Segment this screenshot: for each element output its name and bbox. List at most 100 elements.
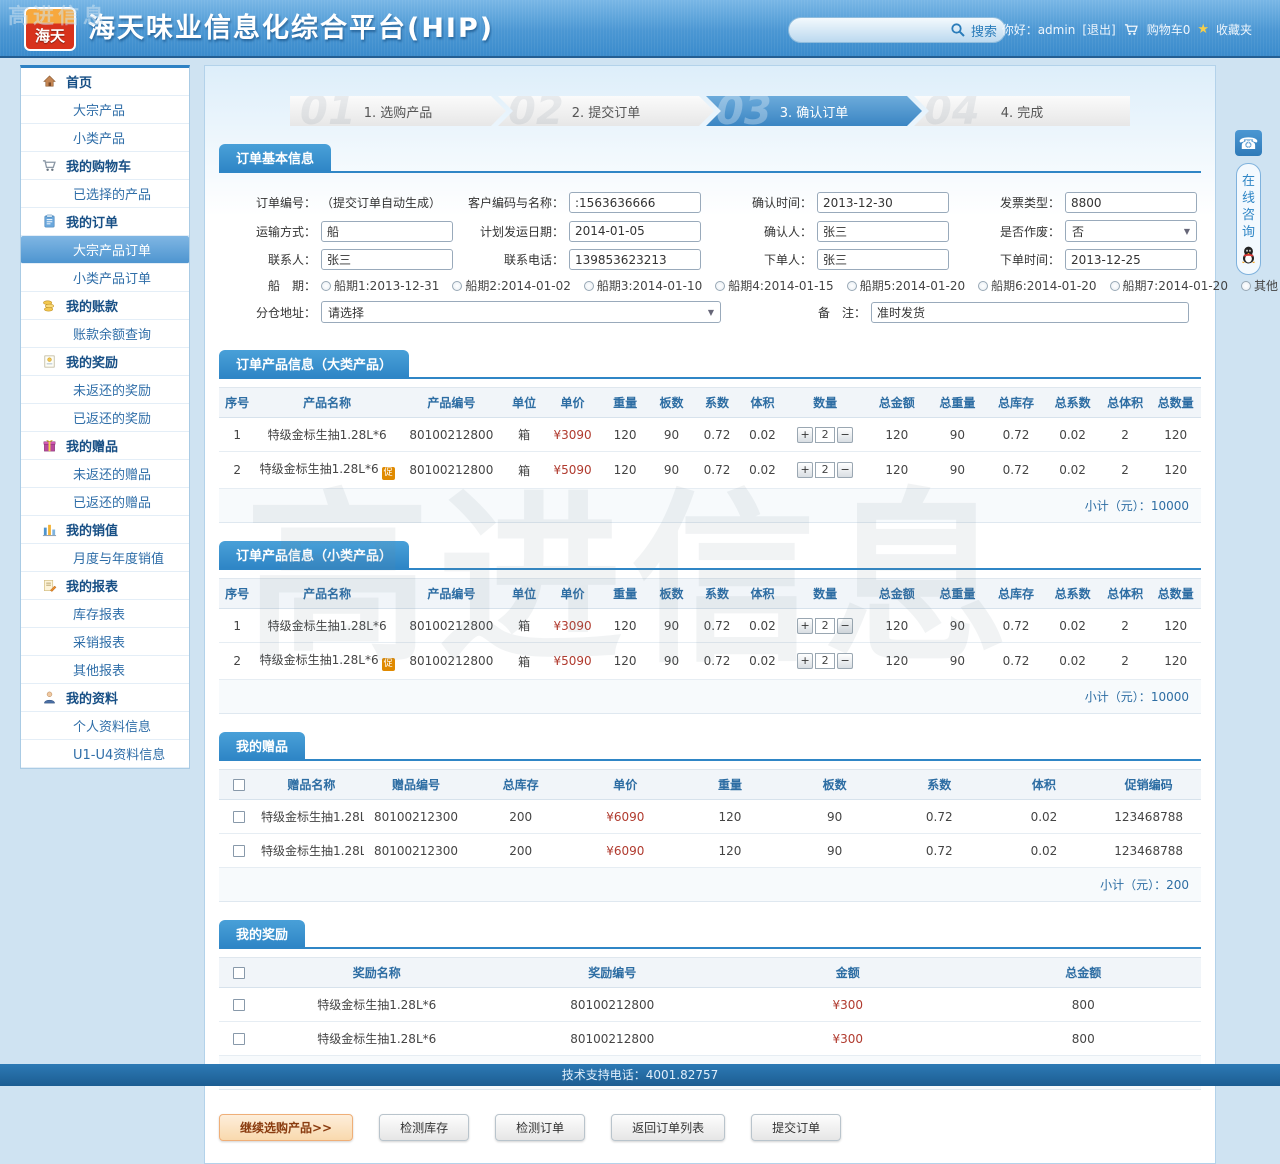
back-to-order-list-button[interactable]: 返回订单列表 bbox=[611, 1114, 725, 1141]
sidebar-item-purchase-sales-report[interactable]: 采销报表 bbox=[21, 628, 189, 656]
cell-product-name: 特级金标生抽1.28L*6 bbox=[255, 418, 398, 452]
search-icon[interactable] bbox=[950, 22, 966, 38]
sidebar-item-selected-products[interactable]: 已选择的产品 bbox=[21, 180, 189, 208]
sidebar-item-bulk-product-orders[interactable]: 大宗产品订单 bbox=[21, 236, 189, 264]
cell-pallets: 90 bbox=[782, 834, 887, 868]
bar-chart-icon bbox=[41, 521, 58, 538]
sidebar-item-my-reports[interactable]: 我的报表 bbox=[21, 572, 189, 600]
sidebar-item-unreturned-rewards[interactable]: 未返还的奖励 bbox=[21, 376, 189, 404]
quantity-value[interactable]: 2 bbox=[815, 462, 835, 478]
search-bar: 搜索 bbox=[788, 17, 1006, 43]
confirmer-field[interactable] bbox=[817, 221, 949, 242]
qty-increase-button[interactable]: + bbox=[797, 462, 813, 478]
sidebar-item-stock-report[interactable]: 库存报表 bbox=[21, 600, 189, 628]
ship-date-radio-2[interactable]: 船期2:2014-01-02 bbox=[452, 277, 570, 294]
cell-total-weight: 90 bbox=[928, 418, 987, 452]
ship-date-radio-6[interactable]: 船期6:2014-01-20 bbox=[978, 277, 1096, 294]
select-all-checkbox[interactable] bbox=[233, 967, 245, 979]
sidebar-item-returned-rewards[interactable]: 已返还的奖励 bbox=[21, 404, 189, 432]
ship-date-radio-7[interactable]: 船期7:2014-01-20 bbox=[1110, 277, 1228, 294]
remark-label: 备 注： bbox=[721, 304, 871, 321]
row-checkbox[interactable] bbox=[233, 999, 245, 1011]
col-header: 总金额 bbox=[865, 388, 928, 418]
ship-date-radio-5[interactable]: 船期5:2014-01-20 bbox=[847, 277, 965, 294]
sidebar-item-my-gifts[interactable]: 我的赠品 bbox=[21, 432, 189, 460]
customer-code-field[interactable] bbox=[569, 192, 701, 213]
qty-increase-button[interactable]: + bbox=[797, 427, 813, 443]
check-order-button[interactable]: 检测订单 bbox=[495, 1114, 585, 1141]
qty-decrease-button[interactable]: − bbox=[837, 618, 853, 634]
quantity-value[interactable]: 2 bbox=[815, 653, 835, 669]
ship-date-radio-other[interactable]: 其他 bbox=[1241, 277, 1278, 294]
favorites-link[interactable]: 收藏夹 bbox=[1216, 21, 1252, 38]
col-header: 系数 bbox=[694, 388, 740, 418]
qty-increase-button[interactable]: + bbox=[797, 618, 813, 634]
search-button[interactable]: 搜索 bbox=[971, 21, 997, 40]
order-no-label: 订单编号： bbox=[213, 194, 321, 211]
sidebar-item-home[interactable]: 首页 bbox=[21, 68, 189, 96]
transport-field[interactable] bbox=[321, 221, 453, 242]
cell-total-qty: 120 bbox=[1150, 418, 1201, 452]
cell-promo-code: 123468788 bbox=[1096, 800, 1201, 834]
contact-field[interactable] bbox=[321, 249, 453, 270]
qty-increase-button[interactable]: + bbox=[797, 653, 813, 669]
sidebar-item-balance-query[interactable]: 账款余额查询 bbox=[21, 320, 189, 348]
order-time-field[interactable] bbox=[1065, 249, 1197, 270]
sidebar-item-bulk-products[interactable]: 大宗产品 bbox=[21, 96, 189, 124]
select-all-checkbox[interactable] bbox=[233, 779, 245, 791]
sidebar-item-other-reports[interactable]: 其他报表 bbox=[21, 656, 189, 684]
plan-ship-date-field[interactable] bbox=[569, 221, 701, 242]
sidebar-item-my-cart[interactable]: 我的购物车 bbox=[21, 152, 189, 180]
quantity-value[interactable]: 2 bbox=[815, 618, 835, 634]
remark-field[interactable] bbox=[871, 302, 1189, 323]
search-input[interactable] bbox=[801, 23, 945, 37]
rewards-table: 奖励名称 奖励编号 金额 总金额 特级金标生抽1.28L*6 801002128… bbox=[219, 957, 1201, 1056]
cell-total-qty: 120 bbox=[1150, 643, 1201, 680]
cell-product-code: 80100212800 bbox=[399, 643, 504, 680]
row-checkbox[interactable] bbox=[233, 811, 245, 823]
radio-icon bbox=[452, 281, 462, 291]
ship-date-radio-3[interactable]: 船期3:2014-01-10 bbox=[584, 277, 702, 294]
qty-decrease-button[interactable]: − bbox=[837, 462, 853, 478]
sidebar-item-personal-info[interactable]: 个人资料信息 bbox=[21, 712, 189, 740]
sidebar-item-small-products[interactable]: 小类产品 bbox=[21, 124, 189, 152]
cell-price: ¥5090 bbox=[544, 452, 601, 489]
ship-date-radio-4[interactable]: 船期4:2014-01-15 bbox=[715, 277, 833, 294]
orderer-field[interactable] bbox=[817, 249, 949, 270]
col-header: 体积 bbox=[740, 388, 784, 418]
contact-label: 联系人： bbox=[213, 251, 321, 268]
sidebar-item-my-orders[interactable]: 我的订单 bbox=[21, 208, 189, 236]
confirm-time-field[interactable] bbox=[817, 192, 949, 213]
ship-date-radio-1[interactable]: 船期1:2013-12-31 bbox=[321, 277, 439, 294]
qty-decrease-button[interactable]: − bbox=[837, 427, 853, 443]
contact-phone-field[interactable] bbox=[569, 249, 701, 270]
row-checkbox[interactable] bbox=[233, 1033, 245, 1045]
sidebar-item-u1-u4-info[interactable]: U1-U4资料信息 bbox=[21, 740, 189, 768]
sidebar-item-my-rewards[interactable]: 我的奖励 bbox=[21, 348, 189, 376]
void-select[interactable]: 否▼ bbox=[1065, 220, 1197, 242]
online-service-widget[interactable]: 在线咨询 bbox=[1236, 163, 1261, 275]
cell-product-name: 特级金标生抽1.28L*6促 bbox=[255, 452, 398, 489]
continue-shopping-button[interactable]: 继续选购产品>> bbox=[219, 1114, 353, 1141]
sidebar-item-monthly-yearly-sales[interactable]: 月度与年度销值 bbox=[21, 544, 189, 572]
sidebar-item-returned-gifts[interactable]: 已返还的赠品 bbox=[21, 488, 189, 516]
qty-decrease-button[interactable]: − bbox=[837, 653, 853, 669]
sidebar-item-small-product-orders[interactable]: 小类产品订单 bbox=[21, 264, 189, 292]
subtotal-big-products: 小计（元）：10000 bbox=[219, 489, 1201, 523]
cell-total-volume: 2 bbox=[1100, 418, 1151, 452]
sidebar-item-my-payments[interactable]: 我的账款 bbox=[21, 292, 189, 320]
cell-factor: 0.72 bbox=[887, 800, 992, 834]
check-stock-button[interactable]: 检测库存 bbox=[379, 1114, 469, 1141]
warehouse-select[interactable]: 请选择▼ bbox=[321, 301, 721, 323]
sidebar-item-my-sales[interactable]: 我的销值 bbox=[21, 516, 189, 544]
invoice-type-field[interactable] bbox=[1065, 192, 1197, 213]
cart-link[interactable]: 购物车0 bbox=[1147, 21, 1191, 38]
logout-link[interactable]: [退出] bbox=[1082, 21, 1115, 38]
row-checkbox[interactable] bbox=[233, 845, 245, 857]
cell-total-factor: 0.02 bbox=[1045, 418, 1100, 452]
sidebar-item-my-profile[interactable]: 我的资料 bbox=[21, 684, 189, 712]
phone-icon[interactable]: ☎ bbox=[1235, 130, 1262, 156]
sidebar-item-unreturned-gifts[interactable]: 未返还的赠品 bbox=[21, 460, 189, 488]
quantity-value[interactable]: 2 bbox=[815, 427, 835, 443]
submit-order-button[interactable]: 提交订单 bbox=[751, 1114, 841, 1141]
